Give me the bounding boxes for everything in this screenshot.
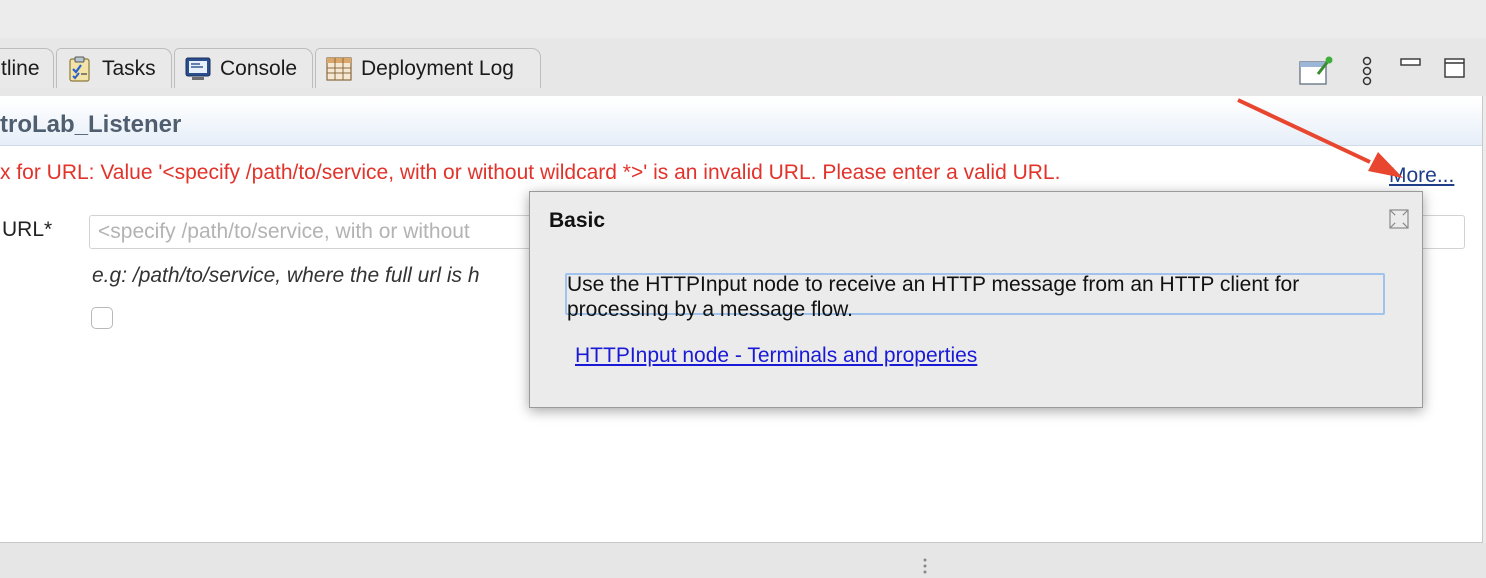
tab-outline-label: tline (1, 56, 40, 80)
console-icon (185, 57, 211, 80)
table-icon (326, 56, 352, 81)
view-tab-bar: tline Tasks Console Deployment Log (0, 38, 1486, 96)
tab-deployment-log-label: Deployment Log (361, 56, 514, 80)
tab-outline[interactable]: tline (0, 48, 54, 88)
maximize-icon[interactable] (1443, 56, 1467, 80)
tab-tasks-label: Tasks (102, 56, 156, 80)
popup-title: Basic (549, 209, 606, 232)
popup-description-text: Use the HTTPInput node to receive an HTT… (567, 273, 1300, 321)
help-popup: Basic Use the HTTPInput node to receive … (529, 191, 1423, 408)
tab-tasks[interactable]: Tasks (56, 48, 172, 88)
view-menu-icon[interactable] (1359, 56, 1375, 86)
window-top-strip (0, 0, 1486, 39)
error-message: x for URL: Value '<specify /path/to/serv… (0, 161, 1061, 184)
bottom-status-strip (0, 543, 1486, 578)
tab-console[interactable]: Console (174, 48, 313, 88)
tasks-icon (69, 56, 90, 82)
page-title: troLab_Listener (0, 111, 182, 138)
tab-console-label: Console (220, 56, 298, 80)
panel-header: troLab_Listener (0, 99, 1482, 146)
minimize-icon[interactable] (1399, 56, 1423, 70)
help-topic-link[interactable]: HTTPInput node - Terminals and propertie… (575, 344, 977, 368)
option-checkbox[interactable] (91, 307, 113, 329)
close-icon[interactable] (1387, 207, 1411, 231)
resize-handle-icon[interactable] (921, 557, 929, 577)
url-label: URL* (2, 218, 53, 241)
new-window-pin-icon[interactable] (1298, 56, 1334, 88)
more-link[interactable]: More... (1389, 164, 1454, 188)
popup-description: Use the HTTPInput node to receive an HTT… (565, 273, 1385, 321)
tab-deployment-log[interactable]: Deployment Log (315, 48, 541, 88)
url-hint: e.g: /path/to/service, where the full ur… (92, 264, 480, 287)
